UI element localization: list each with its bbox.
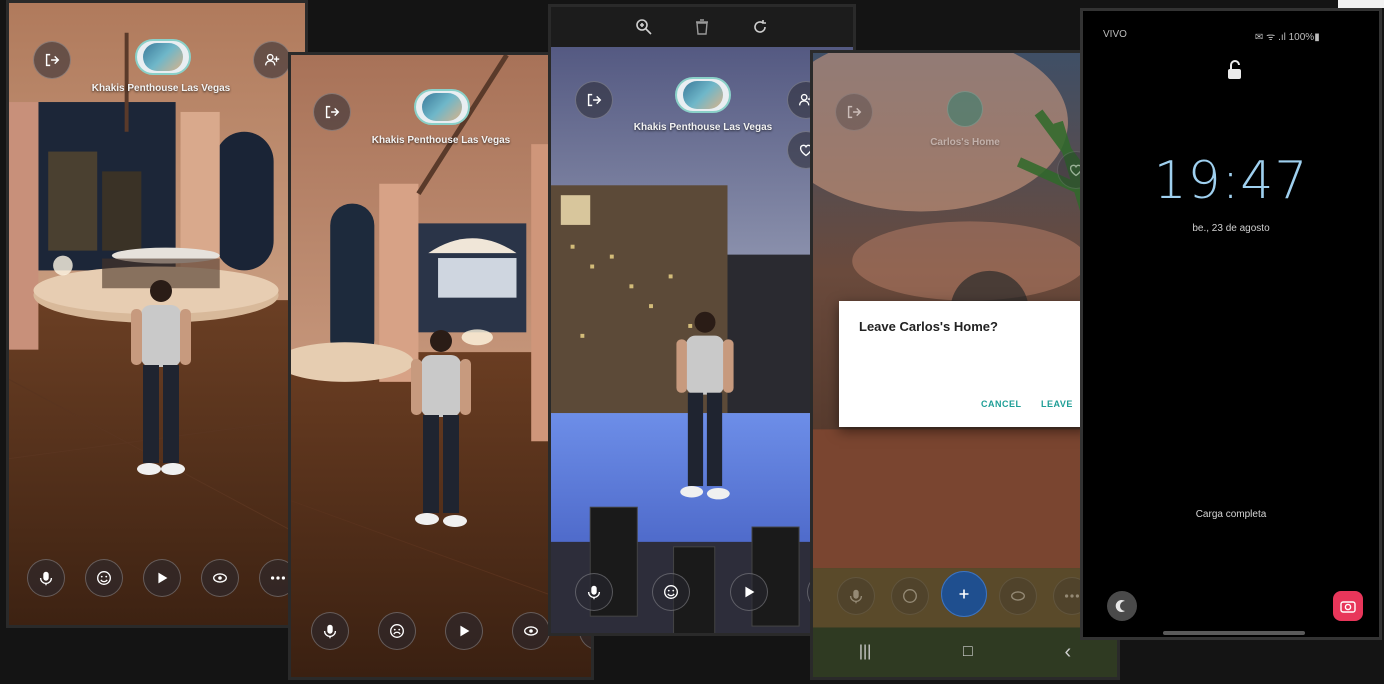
emoji-icon (664, 585, 679, 599)
bottom-action-bar (575, 573, 845, 611)
play-icon (745, 586, 755, 598)
play-button[interactable] (143, 559, 181, 597)
play-icon (158, 572, 168, 584)
avatar-character (131, 280, 191, 475)
microphone-button[interactable] (27, 559, 65, 597)
delete-button[interactable] (692, 17, 712, 37)
dialog-title: Leave Carlos's Home? (859, 319, 998, 334)
emoji-button[interactable] (378, 612, 416, 650)
add-user-icon (265, 53, 280, 66)
leave-icon (325, 105, 340, 119)
carrier-label: VIVO (1103, 29, 1127, 40)
zoom-icon (636, 19, 652, 35)
add-user-button[interactable] (253, 41, 291, 79)
emote-button[interactable] (999, 577, 1037, 615)
lock-date: be., 23 de agosto (1192, 223, 1270, 234)
screenshot-lobby-view: Khakis Penthouse Las Vegas (6, 0, 308, 628)
recents-button[interactable]: ||| (859, 643, 871, 661)
play-icon (460, 625, 470, 637)
emoji-button[interactable] (891, 577, 929, 615)
image-viewer-toolbar (551, 7, 853, 47)
room-name: Khakis Penthouse Las Vegas (633, 122, 773, 133)
phone-icon (1115, 600, 1125, 612)
screenshot-lock-screen: VIVO ✉ ᯤ .ıl 100%▮ 19:47 be., 23 de agos… (1080, 8, 1382, 640)
microphone-button[interactable] (837, 577, 875, 615)
emote-icon (524, 626, 538, 636)
status-icons: ✉ ᯤ .ıl 100%▮ (1255, 32, 1320, 43)
room-avatar[interactable] (135, 39, 191, 75)
leave-room-button[interactable] (33, 41, 71, 79)
emoji-button[interactable] (85, 559, 123, 597)
emote-button[interactable] (201, 559, 239, 597)
zoom-button[interactable] (634, 17, 654, 37)
unlock-icon (1228, 60, 1241, 79)
leave-room-button[interactable] (835, 93, 873, 131)
microphone-button[interactable] (575, 573, 613, 611)
home-indicator (1163, 631, 1305, 635)
play-button[interactable] (729, 573, 768, 611)
emote-icon (1011, 591, 1025, 601)
microphone-icon (323, 624, 337, 639)
rotate-icon (754, 20, 766, 33)
room-avatar[interactable] (414, 89, 470, 125)
camera-icon (1340, 601, 1356, 613)
android-nav-bar: ||| □ ‹ (813, 627, 1117, 677)
leave-icon (587, 93, 602, 107)
emote-icon (213, 573, 227, 583)
play-button[interactable] (445, 612, 483, 650)
phone-shortcut[interactable] (1107, 591, 1137, 621)
microphone-icon (849, 589, 863, 604)
more-icon (270, 576, 286, 580)
bottom-action-bar (27, 559, 297, 597)
avatar-character (676, 311, 734, 500)
leave-icon (45, 53, 60, 67)
room-name: Khakis Penthouse Las Vegas (91, 83, 231, 94)
emoji-icon (903, 589, 917, 603)
leave-room-button[interactable] (575, 81, 613, 119)
screenshot-leave-dialog: Carlos's Home Leave Carlos's Home? CANCE… (810, 50, 1120, 680)
delete-icon (696, 19, 708, 35)
emote-button[interactable] (512, 612, 550, 650)
emoji-icon (390, 624, 404, 638)
camera-shortcut[interactable] (1333, 591, 1363, 621)
corner-fragment (1338, 0, 1384, 8)
leave-icon (847, 105, 862, 119)
plus-icon (959, 589, 969, 599)
more-icon (1064, 594, 1080, 598)
back-button[interactable]: ‹ (1064, 641, 1071, 664)
room-avatar[interactable] (947, 91, 983, 127)
cancel-button[interactable]: CANCEL (981, 399, 1022, 409)
rotate-button[interactable] (750, 17, 770, 37)
leave-room-button[interactable] (313, 93, 351, 131)
room-name: Khakis Penthouse Las Vegas (371, 135, 511, 146)
leave-confirm-dialog: Leave Carlos's Home? CANCEL LEAVE (839, 301, 1089, 427)
avatar-character (411, 330, 471, 527)
microphone-icon (39, 571, 53, 586)
microphone-button[interactable] (311, 612, 349, 650)
room-name: Carlos's Home (930, 137, 1000, 148)
room-avatar[interactable] (675, 77, 731, 113)
emoji-icon (97, 571, 111, 585)
add-button[interactable] (941, 571, 987, 617)
charge-status: Carga completa (1195, 509, 1267, 520)
leave-button[interactable]: LEAVE (1041, 399, 1073, 409)
home-button[interactable]: □ (963, 643, 973, 661)
microphone-icon (587, 585, 601, 600)
lock-time: 19:47 (1153, 151, 1309, 211)
emoji-button[interactable] (652, 573, 691, 611)
